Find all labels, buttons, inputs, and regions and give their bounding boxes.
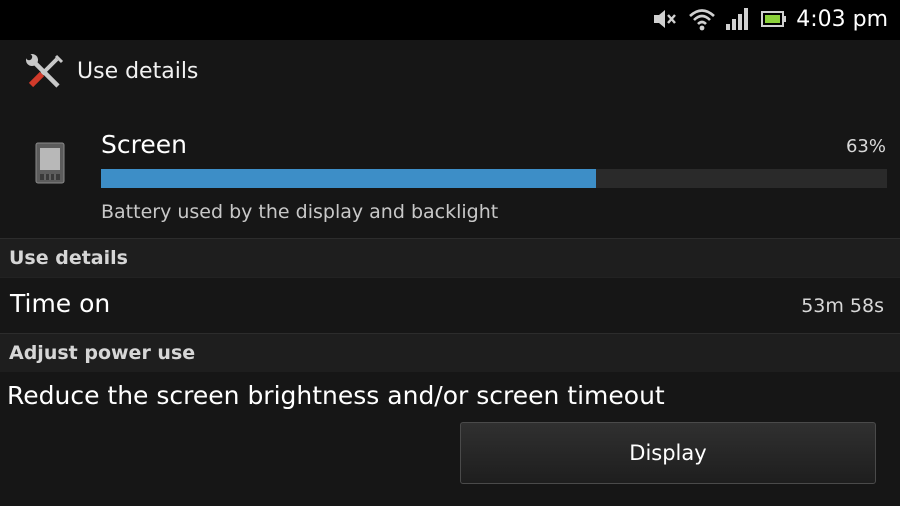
- clock: 4:03 pm: [796, 7, 888, 32]
- time-on-value: 53m 58s: [801, 295, 884, 317]
- usage-name: Screen: [101, 130, 187, 159]
- usage-percent: 63%: [845, 136, 886, 157]
- section-title: Use details: [9, 247, 128, 269]
- volume-muted-icon: [652, 6, 678, 36]
- battery-icon: [760, 6, 788, 36]
- status-bar: 4:03 pm: [0, 0, 900, 40]
- time-on-row: Time on 53m 58s: [0, 277, 900, 333]
- signal-bars-icon: [724, 6, 750, 36]
- usage-description: Battery used by the display and backligh…: [101, 201, 499, 223]
- usage-progress-bar: [101, 169, 887, 188]
- wifi-icon: [688, 6, 716, 36]
- usage-item-screen: Screen 63% Battery used by the display a…: [0, 118, 900, 236]
- wrench-screwdriver-icon: [24, 53, 66, 97]
- device-screen-icon: [35, 142, 65, 188]
- section-header-use-details: Use details: [0, 238, 900, 277]
- page-title: Use details: [77, 59, 199, 84]
- usage-progress-fill: [101, 169, 597, 188]
- section-header-adjust-power: Adjust power use: [0, 333, 900, 372]
- section-title: Adjust power use: [9, 342, 196, 364]
- title-bar: Use details: [0, 40, 900, 106]
- time-on-label: Time on: [10, 289, 111, 318]
- display-settings-button[interactable]: Display: [460, 422, 876, 484]
- power-advice-text: Reduce the screen brightness and/or scre…: [7, 381, 665, 410]
